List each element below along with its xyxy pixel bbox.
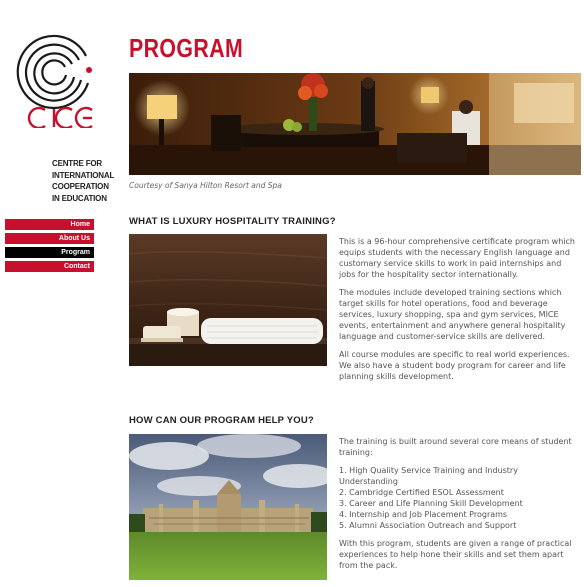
list-item: 2. Cambridge Certified ESOL Assessment	[339, 488, 504, 497]
campus-image	[129, 434, 327, 580]
spa-towel-image	[129, 234, 327, 366]
section1-body: This is a 96-hour comprehensive certific…	[339, 236, 579, 389]
section-title-program-help: HOW CAN OUR PROGRAM HELP YOU?	[129, 415, 314, 426]
main-nav: Home About Us Program Contact	[5, 219, 94, 275]
section2-body: The training is built around several cor…	[339, 436, 579, 578]
page-title: PROGRAM	[129, 33, 244, 63]
list-item: 5. Alumni Association Outreach and Suppo…	[339, 521, 517, 530]
hero-caption: Courtesy of Sanya Hilton Resort and Spa	[129, 181, 282, 190]
nav-item-program[interactable]: Program	[5, 247, 94, 258]
logo-subtitle-line: INTERNATIONAL	[52, 170, 115, 180]
section2-outro: With this program, students are given a …	[339, 539, 572, 570]
section1-paragraph: This is a 96-hour comprehensive certific…	[339, 237, 575, 279]
list-item: 4. Internship and Job Placement Programs	[339, 510, 508, 519]
section2-intro: The training is built around several cor…	[339, 437, 572, 457]
nav-item-contact[interactable]: Contact	[5, 261, 94, 272]
hero-image	[129, 73, 581, 175]
section1-paragraph: The modules include developed training s…	[339, 288, 566, 341]
cice-logo[interactable]	[8, 28, 100, 130]
nav-item-home[interactable]: Home	[5, 219, 94, 230]
logo-subtitle-line: COOPERATION	[52, 182, 109, 191]
logo-subtitle-line: IN EDUCATION	[52, 193, 107, 203]
list-item: 1. High Quality Service Training and Ind…	[339, 466, 518, 486]
section1-paragraph: All course modules are specific to real …	[339, 350, 570, 381]
list-item: 3. Career and Life Planning Skill Develo…	[339, 499, 523, 508]
logo-subtitle-line: CENTRE FOR	[52, 159, 103, 168]
logo-circles-icon	[16, 34, 93, 130]
nav-item-about-us[interactable]: About Us	[5, 233, 94, 244]
section-title-luxury-training: WHAT IS LUXURY HOSPITALITY TRAINING?	[129, 216, 336, 227]
core-means-list: 1. High Quality Service Training and Ind…	[339, 465, 579, 531]
logo-subtitle: CENTRE FOR INTERNATIONAL COOPERATION IN …	[52, 158, 114, 204]
